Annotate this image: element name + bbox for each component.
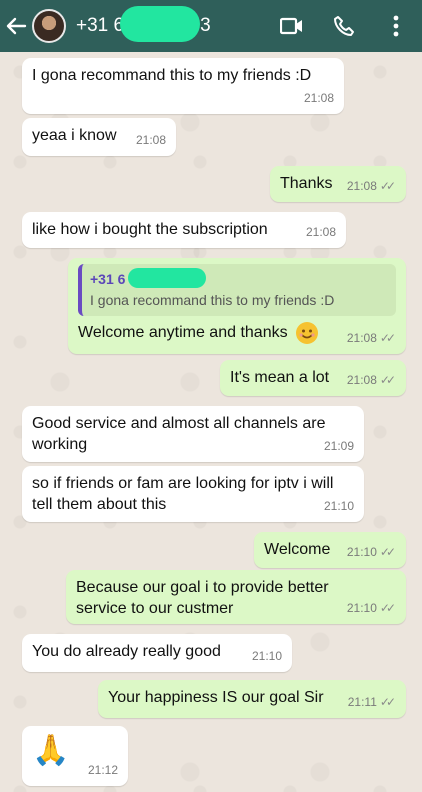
back-button[interactable] <box>0 0 32 52</box>
message-time: 21:12 <box>87 763 118 777</box>
more-options-button[interactable] <box>370 0 422 52</box>
message-text: Welcome anytime and thanks <box>78 324 288 342</box>
phone-call-button[interactable] <box>318 0 370 52</box>
message-time: 21:10 <box>346 545 377 559</box>
phone-call-icon <box>334 16 354 36</box>
read-receipt-icon: ✓✓ <box>379 331 396 345</box>
message-bubble[interactable]: Welcome 21:10 ✓✓ <box>254 532 406 568</box>
message-time: 21:08 <box>346 179 377 193</box>
message-bubble[interactable]: It's mean a lot 21:08 ✓✓ <box>220 360 406 396</box>
read-receipt-icon: ✓✓ <box>379 373 396 387</box>
message-time: 21:08 <box>303 91 334 105</box>
praying-hands-emoji: 🙏 <box>32 734 70 767</box>
chat-header: +31 6 3 <box>0 0 422 52</box>
message-text: Your happiness IS our goal Sir <box>108 689 324 706</box>
contact-name-suffix: 3 <box>200 15 211 36</box>
message-time: 21:11 <box>347 695 377 709</box>
message-bubble[interactable]: Good service and almost all channels are… <box>22 406 364 462</box>
contact-name[interactable]: +31 6 3 <box>76 0 211 52</box>
video-call-icon <box>280 17 302 35</box>
message-time: 21:08 <box>346 331 377 345</box>
message-bubble[interactable]: 🙏 21:12 <box>22 726 128 786</box>
quoted-sender: +31 6 <box>90 271 126 287</box>
message-time: 21:08 <box>346 373 377 387</box>
message-text: It's mean a lot <box>230 369 330 386</box>
message-time: 21:09 <box>323 439 354 453</box>
message-bubble[interactable]: like how i bought the subscription 21:08 <box>22 212 346 248</box>
message-bubble[interactable]: Thanks 21:08 ✓✓ <box>270 166 406 202</box>
message-bubble[interactable]: Your happiness IS our goal Sir 21:11 ✓✓ <box>98 680 406 718</box>
smile-emoji-icon <box>296 322 319 344</box>
message-text: Thanks <box>280 175 333 192</box>
message-bubble[interactable]: +31 6 I gona recommand this to my friend… <box>68 258 406 354</box>
message-list[interactable]: I gona recommand this to my friends :D 2… <box>0 52 422 792</box>
more-options-icon <box>393 15 399 37</box>
redaction-mark <box>120 6 200 42</box>
read-receipt-icon: ✓✓ <box>379 695 396 709</box>
video-call-button[interactable] <box>266 0 318 52</box>
message-text: Because our goal i to provide better ser… <box>76 579 329 617</box>
redaction-mark <box>128 268 206 288</box>
back-arrow-icon <box>6 17 27 35</box>
message-bubble[interactable]: Because our goal i to provide better ser… <box>66 570 406 624</box>
message-time: 21:08 <box>135 133 166 147</box>
message-bubble[interactable]: so if friends or fam are looking for ipt… <box>22 466 364 522</box>
message-time: 21:10 <box>346 601 377 615</box>
message-time: 21:08 <box>305 225 336 239</box>
message-text: so if friends or fam are looking for ipt… <box>32 475 334 513</box>
message-bubble[interactable]: yeaa i know 21:08 <box>22 118 176 156</box>
quoted-text: I gona recommand this to my friends :D <box>90 292 335 308</box>
read-receipt-icon: ✓✓ <box>379 601 396 615</box>
avatar[interactable] <box>32 9 66 43</box>
read-receipt-icon: ✓✓ <box>379 545 396 559</box>
message-bubble[interactable]: I gona recommand this to my friends :D 2… <box>22 58 344 114</box>
contact-name-prefix: +31 6 <box>76 15 125 36</box>
message-text: yeaa i know <box>32 127 117 144</box>
message-time: 21:10 <box>251 649 282 663</box>
quoted-message[interactable]: +31 6 I gona recommand this to my friend… <box>78 264 396 316</box>
read-receipt-icon: ✓✓ <box>379 179 396 193</box>
message-text: Good service and almost all channels are… <box>32 415 326 453</box>
message-time: 21:10 <box>323 499 354 513</box>
message-bubble[interactable]: You do already really good 21:10 <box>22 634 292 672</box>
message-text: like how i bought the subscription <box>32 221 268 238</box>
message-text: I gona recommand this to my friends :D <box>32 67 312 84</box>
message-text: Welcome <box>264 541 331 558</box>
message-text: You do already really good <box>32 643 221 660</box>
